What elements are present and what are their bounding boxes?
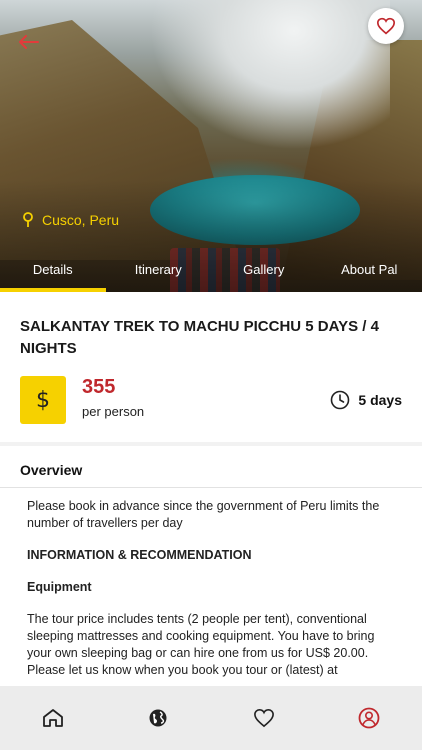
tab-label: Details	[32, 261, 73, 277]
tab-details[interactable]: Details	[0, 246, 106, 292]
price-unit: per person	[82, 404, 145, 419]
back-button[interactable]	[14, 28, 42, 56]
detail-tabs: Details Itinerary Gallery About Pal	[0, 246, 422, 292]
price-value: 355	[82, 376, 116, 398]
tab-label: Gallery	[243, 261, 285, 277]
nav-explore[interactable]	[106, 686, 212, 750]
nav-home[interactable]	[0, 686, 106, 750]
overview-heading: Overview	[20, 462, 83, 478]
equipment-paragraph: The tour price includes tents (2 people …	[27, 612, 375, 677]
profile-icon	[358, 707, 380, 729]
tour-title: SALKANTAY TREK TO MACHU PICCHU 5 DAYS / …	[20, 318, 379, 357]
nav-favorites[interactable]	[211, 686, 317, 750]
tour-duration: 5 days	[330, 390, 402, 410]
price-badge: $	[20, 376, 66, 424]
divider	[0, 487, 422, 488]
bottom-navigation	[0, 686, 422, 750]
tour-summary-card: SALKANTAY TREK TO MACHU PICCHU 5 DAYS / …	[0, 292, 422, 442]
favorite-button[interactable]	[368, 8, 404, 44]
globe-icon	[149, 709, 167, 727]
heart-icon	[253, 708, 274, 728]
tab-gallery[interactable]: Gallery	[211, 246, 317, 292]
overview-section: Overview Please book in advance since th…	[0, 446, 422, 686]
dollar-icon: $	[36, 387, 50, 413]
hero-snow	[150, 0, 390, 150]
arrow-left-icon	[19, 35, 39, 49]
info-heading: INFORMATION & RECOMMENDATION	[27, 548, 252, 562]
tab-about[interactable]: About Pal	[317, 246, 422, 292]
clock-icon	[331, 390, 350, 410]
duration-label: 5 days	[358, 392, 402, 408]
equipment-heading: Equipment	[27, 580, 92, 594]
location-pin-icon	[23, 212, 33, 227]
heart-icon	[376, 17, 396, 35]
home-icon	[42, 709, 63, 727]
tab-label: About Pal	[341, 261, 398, 277]
location-label: Cusco, Peru	[42, 212, 120, 228]
tab-label: Itinerary	[134, 261, 182, 277]
overview-paragraph: Please book in advance since the governm…	[27, 499, 380, 530]
overview-body: Please book in advance since the governm…	[27, 498, 387, 686]
tour-location: Cusco, Peru	[22, 212, 119, 228]
tab-itinerary[interactable]: Itinerary	[106, 246, 212, 292]
nav-profile[interactable]	[317, 686, 422, 750]
